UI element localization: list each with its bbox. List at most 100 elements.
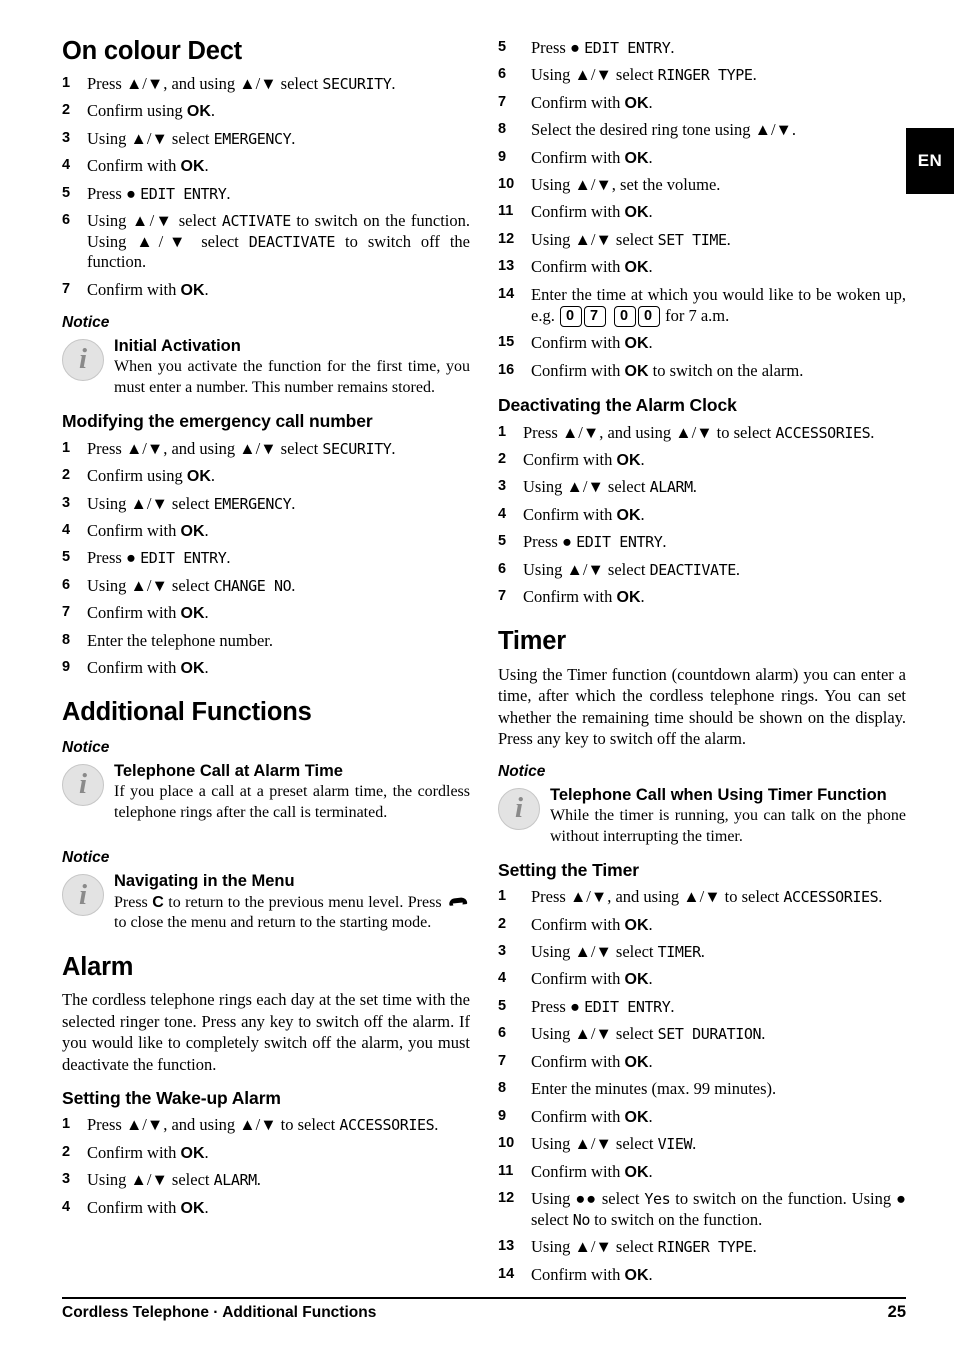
step-text: Using ▲/▼, set the volume. [531, 175, 721, 195]
list-item: 2 Confirm using OK. [62, 466, 470, 487]
step-number: 3 [62, 129, 71, 146]
step-text-post: . [204, 603, 209, 623]
step-text-post: . [761, 1024, 766, 1044]
step-text: Confirm with [87, 520, 181, 540]
step-text: Confirm with [531, 333, 625, 353]
ok-key-label: OK [624, 259, 649, 277]
step-text-post: . [648, 257, 653, 277]
heading-deactivating-alarm-clock: Deactivating the Alarm Clock [498, 395, 737, 416]
step-text: Using ▲/▼ select [531, 230, 658, 250]
step-text-post: . [210, 101, 216, 121]
step-text-post: . [204, 155, 209, 175]
list-item: 9 Confirm with OK. [498, 1107, 906, 1128]
heading-alarm: Alarm [62, 952, 134, 981]
page-title: On colour Dect [62, 37, 242, 65]
lcd-text-2: No [572, 1211, 591, 1230]
step-number: 6 [62, 576, 71, 593]
step-text-post: . [256, 1170, 261, 1190]
lcd-text: SECURITY [322, 74, 392, 93]
list-item: 1 Press ▲/▼, and using ▲/▼ select SECURIT… [62, 439, 470, 460]
step-number: 7 [498, 1052, 507, 1069]
list-item: 7 Confirm with OK. [498, 1052, 906, 1073]
left-column: On colour Dect 1 Press ▲/▼, and using ▲/▼… [62, 38, 470, 1292]
list-item: 3 Using ▲/▼ select EMERGENCY. [62, 494, 470, 515]
info-icon: i [498, 787, 540, 830]
lcd-text: SET TIME [657, 231, 727, 250]
list-item: 3 Using ▲/▼ select EMERGENCY. [62, 129, 470, 150]
ok-key-label: OK [616, 506, 641, 524]
lcd-text: ACCESSORIES [783, 888, 879, 907]
lcd-text: EDIT ENTRY [140, 184, 227, 203]
notice-body: Navigating in the Menu Press C to return… [114, 872, 470, 933]
list-item: 2 Confirm with OK. [62, 1143, 470, 1164]
step-text: Using ▲/▼ select [523, 559, 650, 579]
step-text-post: . [204, 657, 209, 677]
keypad-key-7: 7 [583, 305, 606, 327]
step-text-post: . [752, 65, 757, 85]
steps-deactivating-alarm-clock: 1 Press ▲/▼, and using ▲/▼ to select ACCE… [498, 423, 906, 609]
step-text-post: to switch on the function. [589, 1210, 763, 1230]
ok-key-label: OK [180, 1199, 205, 1217]
list-item: 14 Confirm with OK. [498, 1265, 906, 1286]
step-text-post: . [391, 438, 396, 458]
step-text-post: . [870, 422, 875, 442]
list-item: 5 Press ● EDIT ENTRY. [498, 997, 906, 1018]
lcd-text: EDIT ENTRY [584, 998, 671, 1017]
step-number: 2 [62, 466, 71, 483]
list-item: 13 Using ▲/▼ select RINGER TYPE. [498, 1237, 906, 1258]
step-text: Using ▲/▼ select [87, 575, 214, 595]
steps-setting-the-timer: 1 Press ▲/▼, and using ▲/▼ to select ACCE… [498, 887, 906, 1285]
list-item: 3 Using ▲/▼ select ALARM. [62, 1170, 470, 1191]
step-text: Confirm with [531, 1161, 625, 1181]
step-text: Using ▲/▼ select [531, 1024, 658, 1044]
step-number: 4 [498, 505, 507, 522]
step-number: 2 [62, 102, 71, 119]
ok-key-label: OK [616, 588, 641, 606]
lcd-text: ACCESSORIES [775, 423, 871, 442]
ok-key-label: OK [624, 1163, 649, 1181]
step-text: Confirm with [87, 603, 181, 623]
step-text-post: . [434, 1115, 439, 1135]
list-item: 6 Using ▲/▼ select RINGER TYPE. [498, 65, 906, 86]
step-number: 14 [498, 286, 515, 303]
notice-title: Telephone Call at Alarm Time [114, 761, 343, 780]
step-text-post: . [670, 38, 675, 57]
lcd-text: ALARM [213, 1171, 258, 1190]
ok-key-label: OK [624, 204, 649, 222]
ok-key-label: OK [186, 467, 211, 485]
step-text-post: for 7 a.m. [660, 305, 730, 325]
notice-block-initial-activation: i Initial Activation When you activate t… [62, 337, 470, 398]
step-text-post: . [640, 586, 645, 606]
step-text-post: . [648, 914, 653, 934]
lcd-text: EMERGENCY [213, 129, 292, 148]
step-number: 6 [498, 66, 507, 83]
list-item: 4 Confirm with OK. [498, 969, 906, 990]
step-text: Press ▲/▼, and using ▲/▼ select [87, 438, 323, 458]
heading-timer: Timer [498, 627, 566, 656]
language-tab: EN [906, 128, 954, 194]
timer-paragraph: Using the Timer function (countdown alar… [498, 664, 906, 749]
list-item: 7 Confirm with OK. [498, 93, 906, 114]
notice-block-navigating-menu: i Navigating in the Menu Press C to retu… [62, 872, 470, 933]
ok-key-label: OK [624, 94, 649, 112]
step-number: 3 [498, 478, 507, 495]
step-text: Using ▲/▼ select [87, 1170, 214, 1190]
step-number: 4 [62, 521, 71, 538]
list-item: 7 Confirm with OK. [62, 603, 470, 624]
footer-divider [62, 1297, 906, 1299]
list-item: 8 Select the desired ring tone using ▲/▼. [498, 120, 906, 141]
step-text-post: . [291, 493, 296, 513]
ok-key-label: OK [624, 149, 649, 167]
step-text-post: . [692, 477, 697, 497]
step-number: 1 [498, 423, 507, 440]
list-item: 5 Press ● EDIT ENTRY. [498, 532, 906, 553]
step-text: Press ▲/▼, and using ▲/▼ select [87, 73, 323, 93]
step-number: 6 [498, 560, 507, 577]
lcd-text: EMERGENCY [213, 494, 292, 513]
step-text: Confirm with [531, 914, 625, 934]
step-text: Press ▲/▼, and using ▲/▼ to select [87, 1115, 340, 1135]
step-text-post: . [878, 887, 883, 907]
step-number: 1 [62, 74, 71, 91]
step-text-post: . [226, 548, 231, 568]
list-item: 4 Confirm with OK. [62, 156, 470, 177]
